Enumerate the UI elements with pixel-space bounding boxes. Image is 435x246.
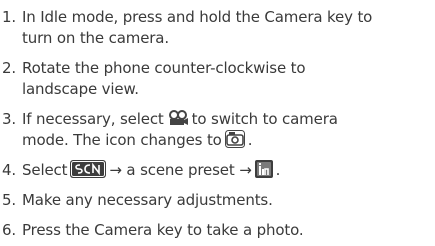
step-number: 3. — [2, 110, 17, 128]
step-text: to switch to camera — [191, 110, 338, 128]
step-text-line: In Idle mode, press and hold the Camera … — [22, 8, 373, 26]
scene-mode-icon — [70, 160, 107, 178]
camcorder-mode-icon — [166, 109, 189, 127]
step-number: 5. — [2, 191, 17, 209]
step-text: mode. The icon changes to — [22, 131, 222, 149]
step-2: 2. Rotate the phone counter-clockwise to… — [0, 58, 430, 100]
step-text-line: If necessary, select to switch to camera — [22, 109, 338, 130]
camera-mode-icon — [224, 130, 245, 148]
step-text-line: landscape view. — [22, 80, 139, 98]
step-text: If necessary, select — [22, 110, 164, 128]
step-text-line: Make any necessary adjustments. — [22, 191, 273, 209]
step-text: → a scene preset → — [109, 161, 252, 179]
step-number: 2. — [2, 59, 17, 77]
instruction-steps: 1. In Idle mode, press and hold the Came… — [0, 0, 435, 246]
step-number: 1. — [2, 8, 17, 26]
step-number: 6. — [2, 221, 17, 239]
step-4: 4. Select → a scene preset → . — [0, 160, 430, 181]
step-6: 6. Press the Camera key to take a photo. — [0, 220, 430, 241]
step-number: 4. — [2, 161, 17, 179]
step-text-line: Press the Camera key to take a photo. — [22, 221, 304, 239]
step-text-line: Rotate the phone counter-clockwise to — [22, 59, 306, 77]
step-text-line: Select → a scene preset → . — [22, 160, 280, 181]
landscape-preset-icon — [254, 160, 273, 178]
step-5: 5. Make any necessary adjustments. — [0, 190, 430, 211]
step-1: 1. In Idle mode, press and hold the Came… — [0, 7, 430, 49]
step-text: Select — [22, 161, 68, 179]
step-text: . — [247, 131, 253, 149]
step-3: 3. If necessary, select to switch to cam… — [0, 109, 430, 151]
step-text-line: turn on the camera. — [22, 29, 169, 47]
step-text-line: mode. The icon changes to . — [22, 130, 252, 151]
step-text: . — [275, 161, 281, 179]
